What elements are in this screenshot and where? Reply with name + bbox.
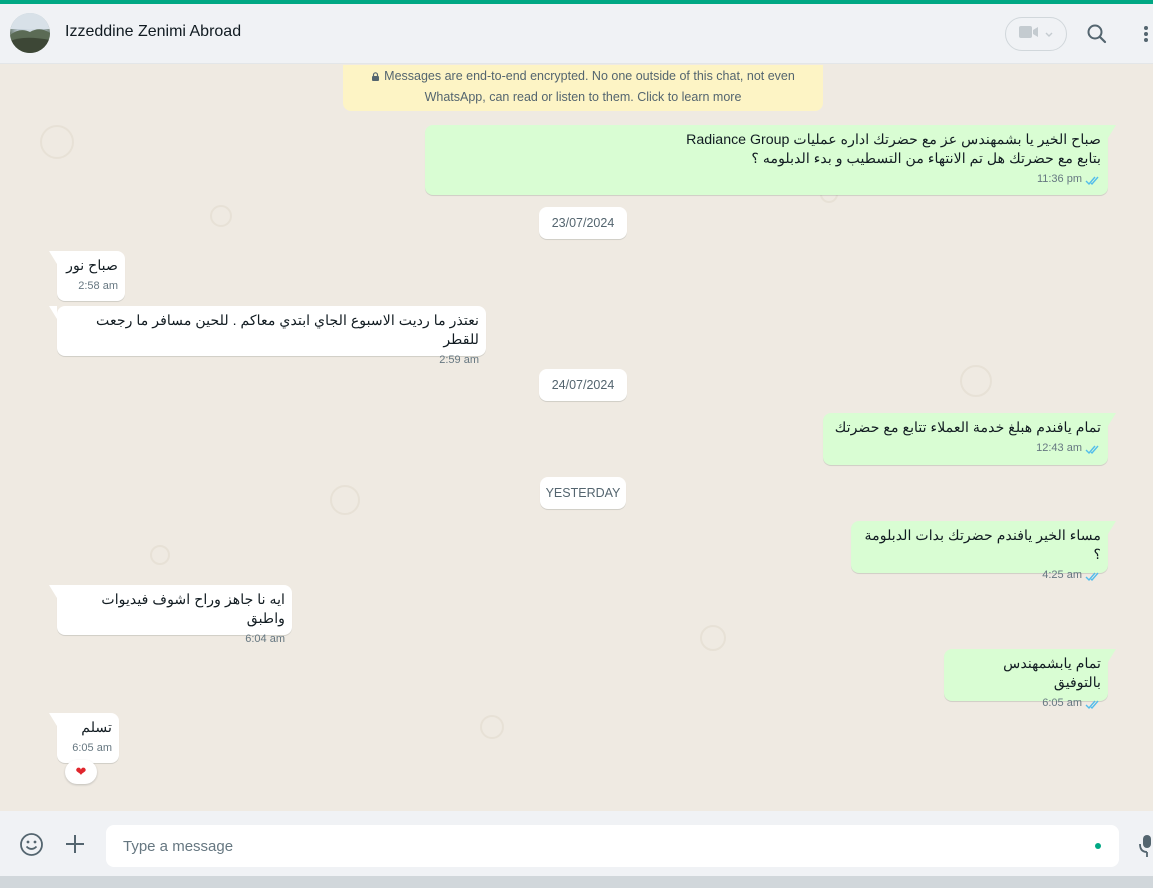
background-doodle bbox=[330, 485, 360, 515]
message-incoming[interactable]: نعتذر ما رديت الاسبوع الجاي ابتدي معاكم … bbox=[49, 306, 486, 366]
background-doodle bbox=[700, 625, 726, 651]
message-time: 2:59 am bbox=[439, 354, 479, 366]
chevron-down-icon bbox=[1045, 25, 1053, 43]
read-ticks-icon bbox=[1085, 698, 1101, 710]
message-meta: 4:25 am bbox=[860, 568, 1101, 583]
date-separator: YESTERDAY bbox=[540, 477, 626, 509]
message-input[interactable] bbox=[106, 825, 1119, 867]
message-time: 11:36 pm bbox=[1036, 173, 1082, 185]
voice-message-button[interactable] bbox=[1137, 832, 1153, 858]
message-time: 4:25 am bbox=[1042, 569, 1082, 581]
emoji-icon bbox=[19, 833, 44, 861]
message-text: تمام يابشمهندس بالتوفيق bbox=[1003, 656, 1101, 691]
message-text: ايه نا جاهز وراح اشوف فيديوات واطبق bbox=[101, 592, 285, 627]
contact-avatar[interactable] bbox=[10, 13, 50, 53]
message-time: 2:58 am bbox=[78, 280, 118, 292]
video-camera-icon bbox=[1019, 25, 1039, 44]
microphone-icon bbox=[1137, 835, 1153, 862]
message-meta: 6:05 am bbox=[953, 696, 1101, 711]
background-doodle bbox=[150, 545, 170, 565]
message-time: 6:05 am bbox=[72, 742, 112, 754]
heart-icon: ❤ bbox=[75, 764, 87, 779]
message-outgoing[interactable]: تمام يافندم هبلغ خدمة العملاء تتابع مع ح… bbox=[823, 413, 1116, 465]
message-time: 12:43 am bbox=[1036, 442, 1082, 454]
emoji-button[interactable] bbox=[19, 832, 44, 857]
message-time: 6:04 am bbox=[245, 633, 285, 645]
kebab-menu-icon bbox=[1139, 26, 1153, 51]
message-meta: 11:36 pm bbox=[434, 172, 1101, 187]
message-text: تمام يافندم هبلغ خدمة العملاء تتابع مع ح… bbox=[834, 420, 1101, 436]
message-outgoing[interactable]: مساء الخير يافندم حضرتك بدات الدبلومة ؟ … bbox=[851, 521, 1116, 582]
chat-header: Izzeddine Zenimi Abroad bbox=[0, 4, 1153, 64]
message-text: مساء الخير يافندم حضرتك بدات الدبلومة ؟ bbox=[864, 528, 1101, 563]
contact-name[interactable]: Izzeddine Zenimi Abroad bbox=[65, 23, 241, 41]
message-meta: 6:04 am bbox=[66, 632, 285, 647]
background-doodle bbox=[960, 365, 992, 397]
date-separator: 24/07/2024 bbox=[539, 369, 627, 401]
message-meta: 12:43 am bbox=[832, 441, 1101, 456]
message-outgoing[interactable]: تمام يابشمهندس بالتوفيق 6:05 am bbox=[944, 649, 1116, 710]
message-incoming[interactable]: تسلم 6:05 am bbox=[49, 713, 119, 763]
read-ticks-icon bbox=[1085, 570, 1101, 582]
message-text: صباح الخير يا بشمهندس عز مع حضرتك اداره … bbox=[686, 132, 1101, 167]
read-ticks-icon bbox=[1085, 443, 1101, 455]
background-doodle bbox=[480, 715, 504, 739]
chat-area[interactable]: Messages are end-to-end encrypted. No on… bbox=[0, 65, 1153, 811]
message-time: 6:05 am bbox=[1042, 697, 1082, 709]
date-separator: 23/07/2024 bbox=[539, 207, 627, 239]
status-dot-icon bbox=[1095, 843, 1101, 849]
attach-button[interactable] bbox=[63, 832, 87, 856]
message-text: صباح نور bbox=[66, 258, 118, 274]
message-text: نعتذر ما رديت الاسبوع الجاي ابتدي معاكم … bbox=[96, 313, 479, 348]
encryption-notice-text: Messages are end-to-end encrypted. No on… bbox=[384, 69, 795, 104]
read-ticks-icon bbox=[1085, 174, 1101, 186]
message-text: تسلم bbox=[81, 720, 112, 736]
bottom-scroll-strip bbox=[0, 876, 1153, 888]
message-outgoing[interactable]: صباح الخير يا بشمهندس عز مع حضرتك اداره … bbox=[425, 125, 1116, 195]
message-meta: 6:05 am bbox=[66, 741, 112, 756]
background-doodle bbox=[40, 125, 74, 159]
search-icon bbox=[1084, 24, 1110, 51]
lock-icon bbox=[371, 67, 380, 81]
message-meta: 2:59 am bbox=[66, 353, 479, 368]
heart-reaction[interactable]: ❤ bbox=[65, 760, 97, 784]
composer-bar bbox=[0, 811, 1153, 876]
message-meta: 2:58 am bbox=[66, 279, 118, 294]
encryption-notice[interactable]: Messages are end-to-end encrypted. No on… bbox=[343, 65, 823, 111]
message-incoming[interactable]: صباح نور 2:58 am bbox=[49, 251, 125, 301]
plus-icon bbox=[63, 835, 87, 860]
search-button[interactable] bbox=[1084, 21, 1110, 47]
background-doodle bbox=[210, 205, 232, 227]
video-call-button[interactable] bbox=[1005, 17, 1067, 51]
menu-button[interactable] bbox=[1139, 21, 1153, 47]
message-incoming[interactable]: ايه نا جاهز وراح اشوف فيديوات واطبق 6:04… bbox=[49, 585, 292, 645]
